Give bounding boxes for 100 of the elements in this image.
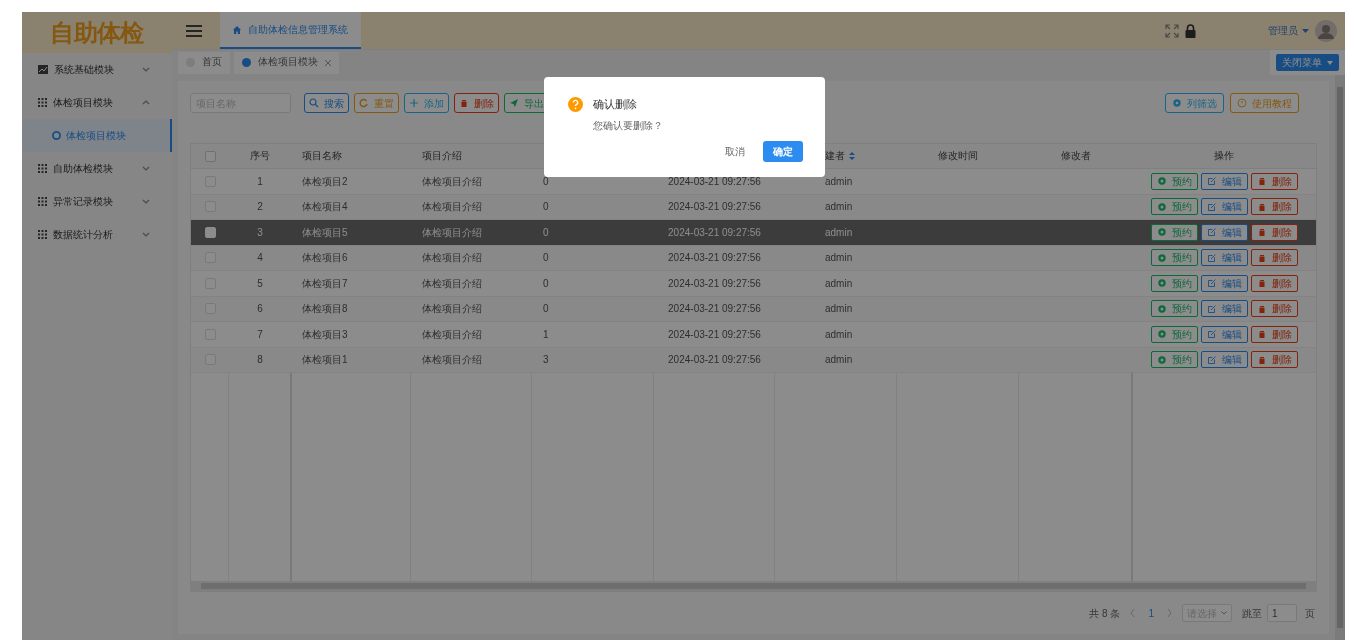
row-action-button[interactable]: 预约 <box>1150 198 1198 216</box>
row-action-button[interactable]: 编辑 <box>1200 274 1248 292</box>
chart-icon <box>38 65 48 74</box>
row-action-button[interactable]: 编辑 <box>1200 325 1248 343</box>
next-icon[interactable] <box>1167 609 1172 617</box>
row-action-button[interactable]: 预约 <box>1150 325 1198 343</box>
row-action-button[interactable]: 编辑 <box>1200 300 1248 318</box>
table-cell-text: 体检项目4 <box>302 200 348 215</box>
row-action-button[interactable]: 预约 <box>1150 223 1198 241</box>
toolbar-button[interactable]: 列筛选 <box>1165 93 1224 113</box>
sort-icon[interactable] <box>849 152 855 160</box>
edit-icon <box>1206 354 1217 365</box>
row-action-button[interactable]: 预约 <box>1150 300 1198 318</box>
row-action-button[interactable]: 删除 <box>1250 351 1298 369</box>
chevron-down-icon[interactable] <box>142 232 150 237</box>
avatar[interactable] <box>1315 19 1337 42</box>
table-cell-text: 0 <box>543 302 549 317</box>
table-row[interactable]: 6 体检项目8 体检项目介绍 0 2024-03-21 09:27:56 admin 预约 编辑 删除 <box>191 296 1316 322</box>
menu-icon[interactable] <box>186 24 202 37</box>
confirm-button[interactable]: 确定 <box>763 140 803 162</box>
row-action-button[interactable]: 删除 <box>1250 172 1298 190</box>
table-row[interactable]: 3 体检项目5 体检项目介绍 0 2024-03-21 09:27:56 admin 预约 编辑 删除 <box>191 220 1316 246</box>
row-action-button[interactable]: 删除 <box>1250 223 1298 241</box>
row-action-button[interactable]: 删除 <box>1250 249 1298 267</box>
table-cell-text: 体检项目介绍 <box>422 251 482 266</box>
table-row[interactable]: 7 体检项目3 体检项目介绍 1 2024-03-21 09:27:56 admin 预约 编辑 删除 <box>191 322 1316 348</box>
page-tab[interactable]: 体检项目模块 <box>234 51 339 74</box>
row-action-button[interactable]: 删除 <box>1250 300 1298 318</box>
table-cell-text: admin <box>825 174 853 189</box>
row-action-button[interactable]: 预约 <box>1150 172 1198 190</box>
previous-icon[interactable] <box>1130 609 1136 617</box>
dialog-message: 您确认要删除？ <box>593 118 664 133</box>
toolbar-button[interactable]: 使用教程 <box>1230 93 1299 113</box>
row-action-button[interactable]: 编辑 <box>1200 351 1248 369</box>
lock-icon[interactable] <box>1185 23 1196 38</box>
table-cell-text: 7 <box>257 327 263 342</box>
table-cell-text: 0 <box>543 174 549 189</box>
page-tab[interactable]: 首页 <box>178 51 230 74</box>
toolbar-button[interactable]: 搜索 <box>304 93 349 113</box>
toolbar-button[interactable]: 删除 <box>454 93 499 113</box>
table-cell-text: 6 <box>257 302 263 317</box>
table-cell-text: 0 <box>543 200 549 215</box>
caret-icon[interactable] <box>1302 28 1309 33</box>
edit-icon <box>1206 329 1217 340</box>
sidebar-item[interactable]: 体检项目模块 <box>22 86 172 119</box>
row-action-button[interactable]: 预约 <box>1150 274 1198 292</box>
row-action-button[interactable]: 预约 <box>1150 351 1198 369</box>
toolbar-button[interactable]: 添加 <box>404 93 449 113</box>
table-cell-text: admin <box>825 251 853 266</box>
row-action-button[interactable]: 删除 <box>1250 274 1298 292</box>
vertical-scrollbar[interactable] <box>1335 75 1345 640</box>
table-row[interactable]: 4 体检项目6 体检项目介绍 0 2024-03-21 09:27:56 admin 预约 编辑 删除 <box>191 245 1316 271</box>
sidebar-item[interactable]: 系统基础模块 <box>22 53 172 86</box>
sidebar-subitem[interactable]: 体检项目模块 <box>22 119 172 152</box>
table-cell-text: 2024-03-21 09:27:56 <box>668 200 761 215</box>
chevron-down-icon[interactable] <box>142 67 150 72</box>
table-cell-text: admin <box>825 327 853 342</box>
horizontal-scrollbar[interactable] <box>191 581 1316 591</box>
row-action-button[interactable]: 删除 <box>1250 198 1298 216</box>
row-action-button[interactable]: 编辑 <box>1200 198 1248 216</box>
row-action-button[interactable]: 编辑 <box>1200 249 1248 267</box>
close-icon[interactable] <box>325 59 331 66</box>
table-row[interactable]: 5 体检项目7 体检项目介绍 0 2024-03-21 09:27:56 admin 预约 编辑 删除 <box>191 271 1316 297</box>
table-cell-text: 体检项目介绍 <box>422 276 482 291</box>
chevron-down-icon[interactable] <box>142 166 150 171</box>
user-menu[interactable]: 管理员 <box>1268 23 1298 38</box>
chevron-down-icon[interactable] <box>142 199 150 204</box>
cancel-button[interactable]: 取消 <box>723 143 747 159</box>
header-tab[interactable]: 自助体检信息管理系统 <box>220 12 361 49</box>
table-cell-text: 2024-03-21 09:27:56 <box>668 327 761 342</box>
sidebar-item[interactable]: 异常记录模块 <box>22 185 172 218</box>
close-menu-button[interactable]: 关闭菜单 <box>1276 54 1339 71</box>
table-cell-text: 4 <box>257 251 263 266</box>
row-action-button[interactable]: 编辑 <box>1200 223 1248 241</box>
grid-icon <box>38 164 47 173</box>
chevron-down-icon <box>1221 611 1227 615</box>
table-row[interactable]: 2 体检项目4 体检项目介绍 0 2024-03-21 09:27:56 admin 预约 编辑 删除 <box>191 194 1316 220</box>
table-cell-text: 2024-03-21 09:27:56 <box>668 251 761 266</box>
row-action-button[interactable]: 预约 <box>1150 249 1198 267</box>
table-row[interactable]: 1 体检项目2 体检项目介绍 0 2024-03-21 09:27:56 admin 预约 编辑 删除 <box>191 169 1316 195</box>
home-icon <box>233 25 241 34</box>
table-cell-text: 体检项目8 <box>302 302 348 317</box>
checkbox[interactable] <box>204 150 216 162</box>
toolbar-button[interactable]: 重置 <box>354 93 399 113</box>
row-action-button[interactable]: 删除 <box>1250 325 1298 343</box>
table-cell-text: 2024-03-21 09:27:56 <box>668 276 761 291</box>
fullscreen-icon[interactable] <box>1165 23 1179 38</box>
chevron-up-icon[interactable] <box>142 100 150 105</box>
column-header: 建者 <box>825 148 845 163</box>
table-cell-text: 1 <box>257 174 263 189</box>
page-suffix: 页 <box>1305 606 1315 621</box>
sidebar-item[interactable]: 自助体检模块 <box>22 152 172 185</box>
table-cell-text: admin <box>825 353 853 368</box>
table-row[interactable]: 8 体检项目1 体检项目介绍 3 2024-03-21 09:27:56 admin 预约 编辑 删除 <box>191 347 1316 373</box>
page-jump-field[interactable]: 1 <box>1267 604 1297 622</box>
table-cell-text: 体检项目1 <box>302 353 348 368</box>
sidebar-item[interactable]: 数据统计分析 <box>22 218 172 251</box>
page-number[interactable]: 1 <box>1145 605 1157 621</box>
table-cell-text: 2024-03-21 09:27:56 <box>668 174 761 189</box>
row-action-button[interactable]: 编辑 <box>1200 172 1248 190</box>
